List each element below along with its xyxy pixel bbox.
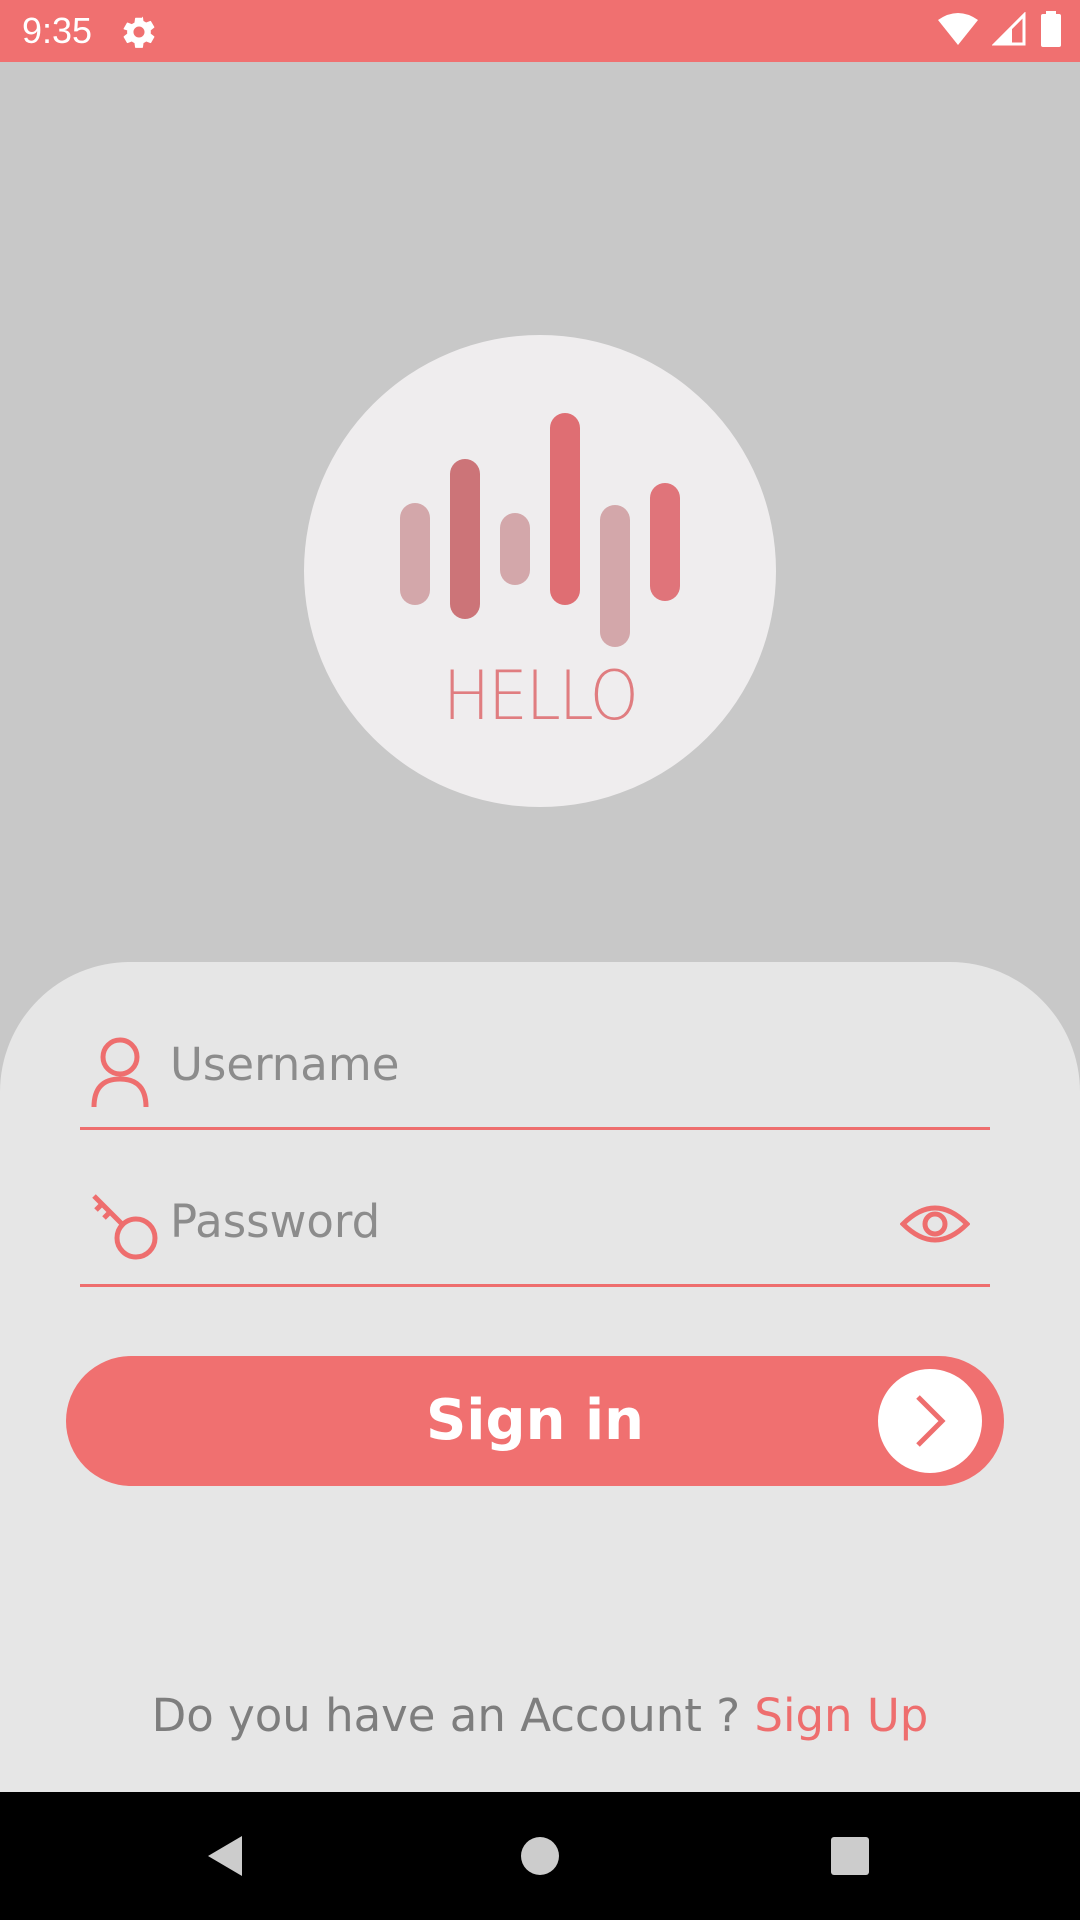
key-icon: [90, 1194, 158, 1266]
status-icons: [938, 11, 1062, 51]
chevron-right-icon: [878, 1369, 982, 1473]
battery-icon: [1040, 11, 1062, 51]
password-input[interactable]: [170, 1186, 870, 1256]
account-prompt-text: Do you have an Account ?: [151, 1689, 741, 1742]
navigation-bar: [0, 1792, 1080, 1920]
account-prompt-row: Do you have an Account ? Sign Up: [0, 1686, 1080, 1746]
recents-square-icon[interactable]: [820, 1826, 880, 1886]
back-triangle-icon[interactable]: [200, 1826, 260, 1886]
header-area: HELLO: [0, 62, 1080, 962]
status-bar: 9:35: [0, 0, 1080, 62]
app-logo: HELLO: [304, 335, 776, 807]
sign-in-button[interactable]: Sign in: [66, 1356, 1004, 1486]
password-field: [80, 1164, 990, 1287]
username-field: [80, 1007, 990, 1130]
home-circle-icon[interactable]: [510, 1826, 570, 1886]
cellular-signal-icon: [991, 11, 1026, 50]
status-time: 9:35: [22, 10, 93, 51]
settings-gear-icon: [120, 13, 158, 51]
login-card: Sign in Do you have an Account ? Sign Up: [0, 962, 1080, 1792]
sign-in-label: Sign in: [425, 1388, 645, 1453]
user-icon: [90, 1037, 150, 1109]
wifi-icon: [938, 12, 978, 50]
username-input[interactable]: [170, 1029, 870, 1099]
eye-icon[interactable]: [899, 1194, 971, 1254]
sign-up-link[interactable]: Sign Up: [754, 1689, 928, 1742]
logo-text: HELLO: [442, 657, 639, 736]
